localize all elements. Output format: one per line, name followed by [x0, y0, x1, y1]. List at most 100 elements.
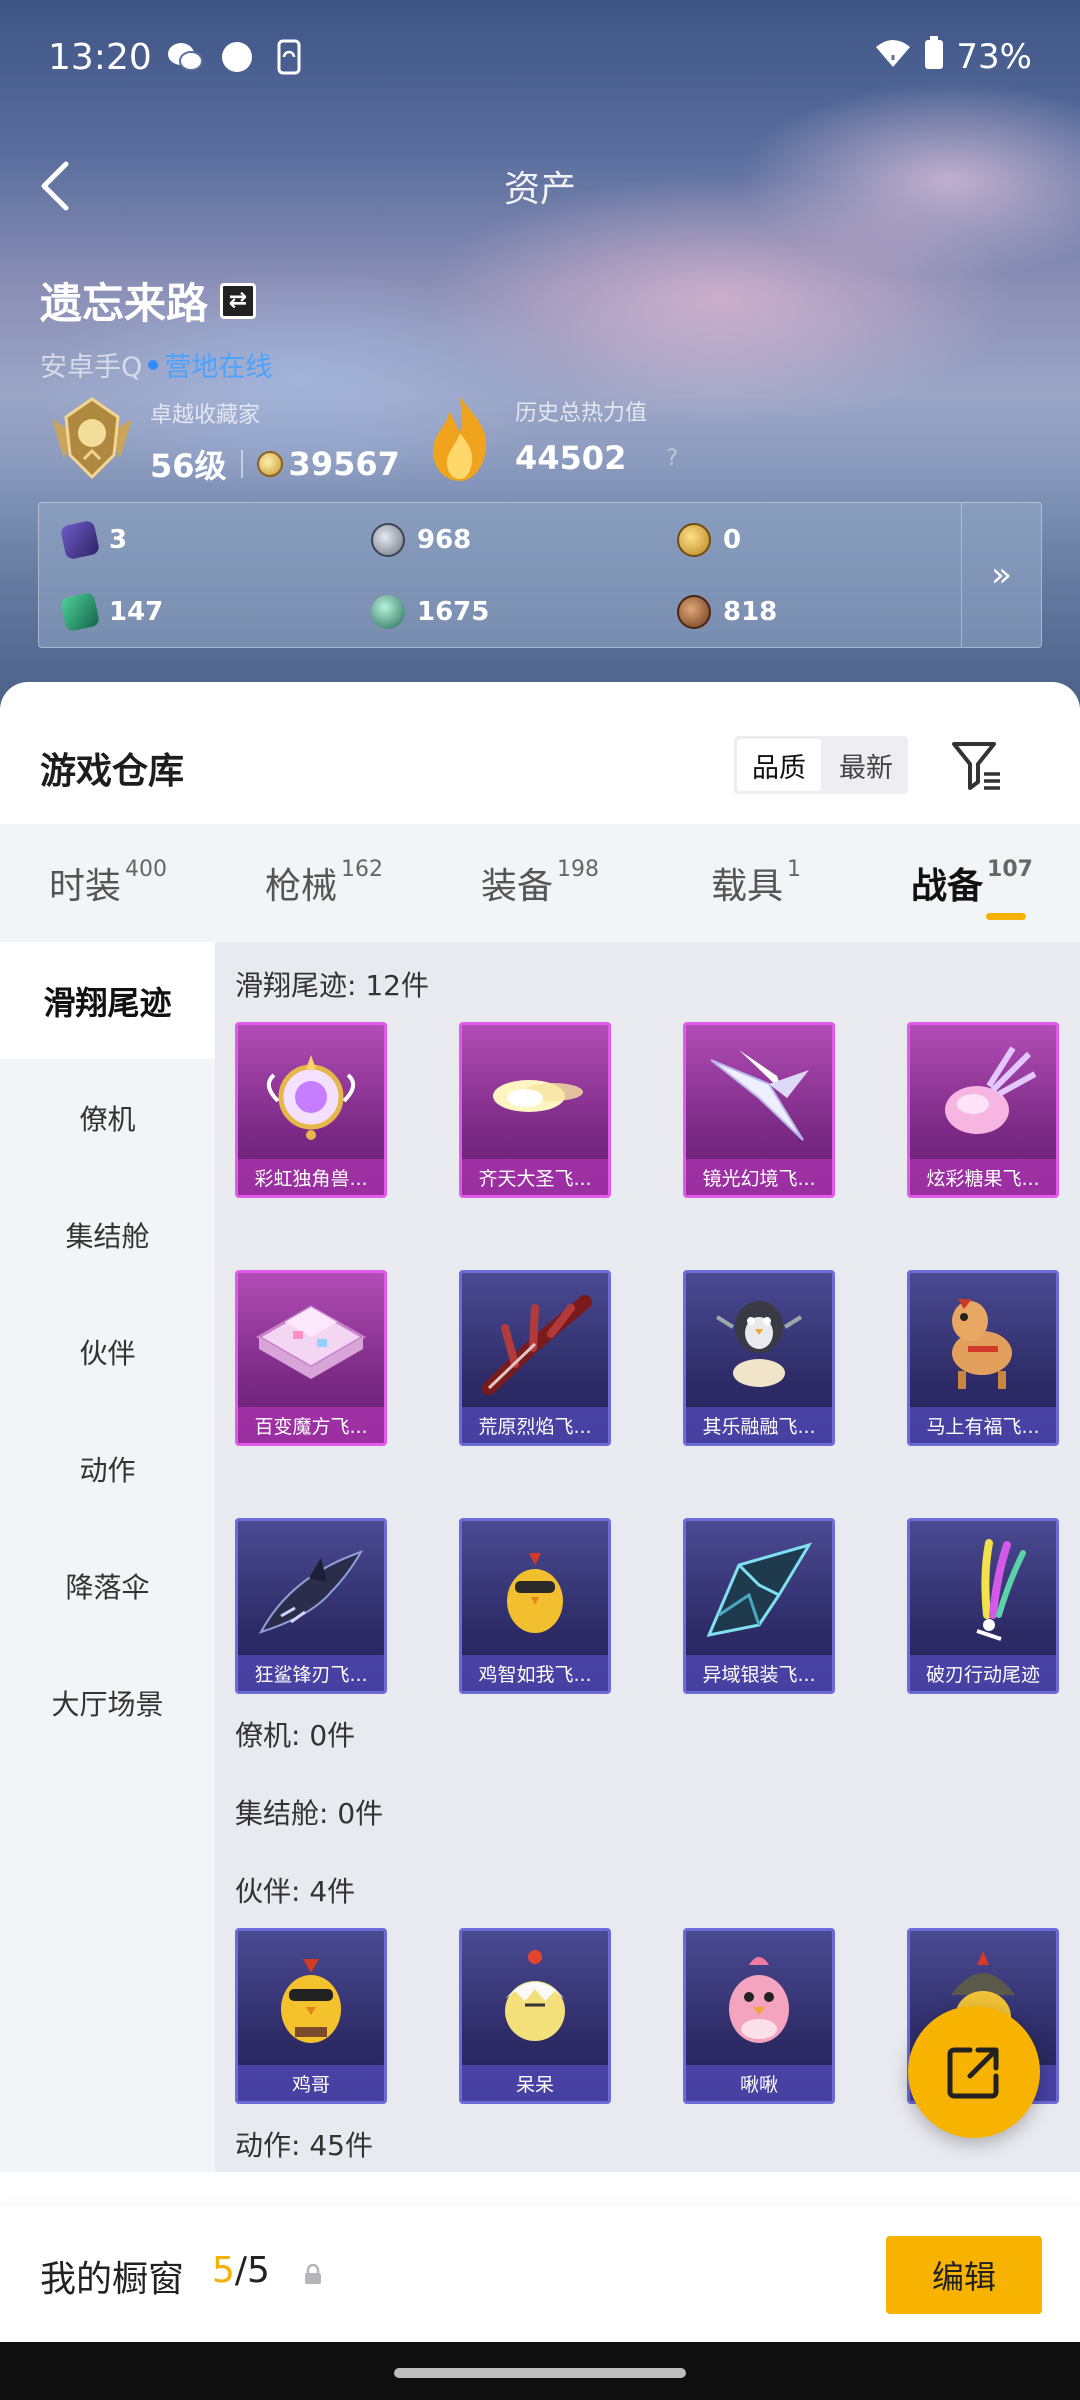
sort-toggle: 品质 最新 [734, 736, 908, 794]
phone-sync-icon [270, 38, 308, 76]
item-name: 其乐融融飞... [686, 1407, 832, 1443]
circle-icon [218, 38, 256, 76]
item-card[interactable]: 镜光幻境飞... [683, 1022, 835, 1198]
status-bar: 13:20 73% [48, 28, 1032, 86]
currency-item: 3 [59, 519, 127, 561]
wechat-icon [166, 38, 204, 76]
battery-icon [924, 35, 944, 79]
item-card[interactable]: 百变魔方飞... [235, 1270, 387, 1446]
item-name: 百变魔方飞... [238, 1407, 384, 1443]
edit-showcase-button[interactable]: 编辑 [886, 2236, 1042, 2314]
item-card[interactable]: 狂鲨锋刃飞... [235, 1518, 387, 1694]
egg-chick-icon [474, 1945, 596, 2057]
sidebar-item-wingman[interactable]: 僚机 [0, 1059, 215, 1176]
heat-value: 44502 [515, 439, 627, 477]
item-card[interactable]: 炫彩糖果飞... [907, 1022, 1059, 1198]
warehouse-header: 游戏仓库 品质 最新 [0, 682, 1080, 824]
currency-item: 0 [677, 523, 741, 557]
item-card[interactable]: 呆呆 [459, 1928, 611, 2104]
crystal-wing-icon [698, 1039, 820, 1151]
profile-stats: 卓越收藏家 56级 39567 历史总热力值 44502 ? [40, 385, 1040, 495]
tab-combat-gear[interactable]: 战备 107 [864, 824, 1080, 942]
item-card[interactable]: 啾啾 [683, 1928, 835, 2104]
item-name: 炫彩糖果飞... [910, 1159, 1056, 1195]
pink-bird-icon [698, 1945, 820, 2057]
sort-newest-button[interactable]: 最新 [824, 736, 908, 794]
sort-quality-button[interactable]: 品质 [737, 739, 821, 791]
candy-icon [922, 1039, 1044, 1151]
sidebar-item-rally-pod[interactable]: 集结舱 [0, 1176, 215, 1293]
filter-icon[interactable] [950, 736, 1004, 794]
player-name: 遗忘来路 [40, 279, 209, 328]
item-name: 狂鲨锋刃飞... [238, 1655, 384, 1691]
showcase-label: 我的橱窗 [40, 2259, 185, 2300]
warehouse-sheet: 游戏仓库 品质 最新 时装 400 枪械 162 装备 198 载具 1 战备 107 滑… [0, 682, 1080, 2400]
showcase-bar: 我的橱窗 5/5 编辑 [0, 2206, 1080, 2342]
section-title-companion: 伙伴: 4件 [235, 1875, 356, 1908]
item-card[interactable]: 异域银装飞... [683, 1518, 835, 1694]
currency-more-chevron-icon[interactable]: » [961, 503, 1041, 647]
magic-cube-icon [250, 1287, 372, 1399]
tab-equipment[interactable]: 装备 198 [432, 824, 648, 942]
tab-vehicles[interactable]: 载具 1 [648, 824, 864, 942]
chicken-glasses-icon [474, 1535, 596, 1647]
section-title-rally-pod: 集结舱: 0件 [235, 1797, 384, 1830]
category-tabs: 时装 400 枪械 162 装备 198 载具 1 战备 107 [0, 824, 1080, 942]
item-name: 鸡哥 [238, 2065, 384, 2101]
item-card[interactable]: 马上有福飞... [907, 1270, 1059, 1446]
page-title: 资产 [503, 169, 576, 210]
flame-wing-icon [474, 1287, 596, 1399]
item-grid-area: 滑翔尾迹: 12件 彩虹独角兽... 齐天大圣飞... 镜光幻境飞... 炫彩糖… [215, 942, 1080, 2172]
item-card[interactable]: 鸡哥 [235, 1928, 387, 2104]
heat-label: 历史总热力值 [515, 401, 648, 426]
alien-armor-wing-icon [698, 1535, 820, 1647]
flame-icon [425, 393, 495, 483]
sidebar-item-parachute[interactable]: 降落伞 [0, 1527, 215, 1644]
home-gesture-handle[interactable] [394, 2368, 686, 2378]
shark-blade-icon [250, 1535, 372, 1647]
item-name: 镜光幻境飞... [686, 1159, 832, 1195]
green-orb-icon [371, 595, 405, 629]
gold-coin-icon [677, 523, 711, 557]
item-name: 异域银装飞... [686, 1655, 832, 1691]
status-time: 13:20 [48, 36, 152, 78]
smoke-trail-icon [922, 1535, 1044, 1647]
tab-fashion[interactable]: 时装 400 [0, 824, 216, 942]
subcategory-sidebar: 滑翔尾迹 僚机 集结舱 伙伴 动作 降落伞 大厅场景 [0, 942, 215, 2172]
currency-item: 1675 [371, 595, 489, 629]
item-card[interactable]: 鸡智如我飞... [459, 1518, 611, 1694]
section-title-glide-trail: 滑翔尾迹: 12件 [235, 969, 429, 1002]
sidebar-item-lobby-scene[interactable]: 大厅场景 [0, 1644, 215, 1761]
item-card[interactable]: 彩虹独角兽... [235, 1022, 387, 1198]
unicorn-badge-icon [250, 1039, 372, 1151]
online-status[interactable]: 营地在线 [164, 345, 272, 384]
warehouse-title: 游戏仓库 [40, 751, 185, 792]
item-card[interactable]: 破刃行动尾迹 [907, 1518, 1059, 1694]
item-name: 啾啾 [686, 2065, 832, 2101]
showcase-count: 5/5 [212, 2250, 270, 2291]
share-button[interactable] [908, 2006, 1040, 2138]
wifi-icon [874, 37, 912, 78]
item-card[interactable]: 齐天大圣飞... [459, 1022, 611, 1198]
collection-points: 39567 [288, 445, 400, 483]
item-name: 彩虹独角兽... [238, 1159, 384, 1195]
currency-item: 968 [371, 523, 471, 557]
top-nav: 资产 [0, 150, 1080, 220]
chicken-brother-icon [250, 1945, 372, 2057]
collection-coin-icon [256, 451, 283, 477]
tab-firearms[interactable]: 枪械 162 [216, 824, 432, 942]
item-card[interactable]: 荒原烈焰飞... [459, 1270, 611, 1446]
platform-label: 安卓手Q [40, 352, 143, 383]
section-title-wingman: 僚机: 0件 [235, 1719, 356, 1752]
sidebar-item-glide-trail[interactable]: 滑翔尾迹 [0, 942, 215, 1059]
help-icon[interactable]: ? [666, 446, 678, 471]
switch-account-icon[interactable]: ⇄ [220, 282, 257, 319]
item-card[interactable]: 其乐融融飞... [683, 1270, 835, 1446]
share-icon [947, 2047, 999, 2099]
item-name: 破刃行动尾迹 [910, 1655, 1056, 1691]
item-name: 呆呆 [462, 2065, 608, 2101]
sidebar-item-emote[interactable]: 动作 [0, 1410, 215, 1527]
sidebar-item-companion[interactable]: 伙伴 [0, 1293, 215, 1410]
section-title-emote: 动作: 45件 [235, 2129, 373, 2162]
rank-badge-icon[interactable] [44, 389, 140, 485]
